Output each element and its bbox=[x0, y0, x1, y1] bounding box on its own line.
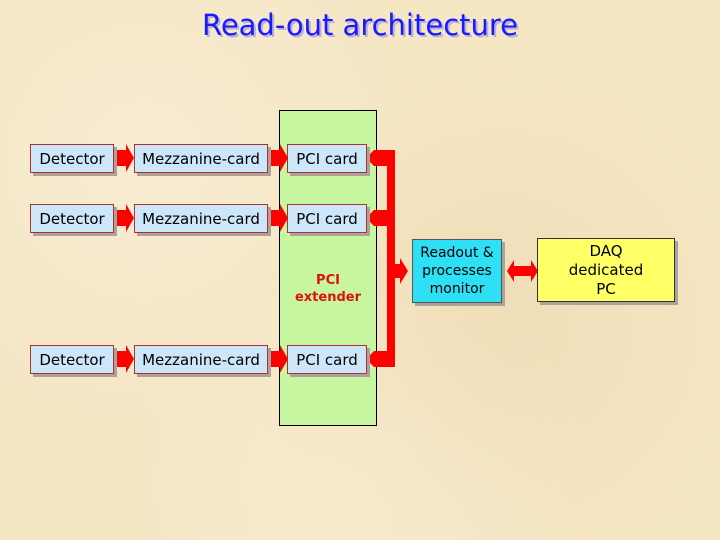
bus-vertical bbox=[387, 150, 395, 367]
arrow-bus-readout bbox=[395, 258, 408, 284]
arrow-detector-mezzanine-1 bbox=[113, 144, 134, 172]
mezzanine-card-box-2: Mezzanine-card bbox=[134, 204, 268, 233]
detector-box-1: Detector bbox=[30, 144, 114, 173]
readout-label-line: processes bbox=[422, 263, 492, 279]
readout-monitor-box: Readout & processes monitor bbox=[412, 239, 502, 303]
pci-extender-label-line: PCI bbox=[316, 273, 340, 288]
pci-extender-label: PCI extender bbox=[279, 272, 377, 306]
arrow-detector-mezzanine-2 bbox=[113, 204, 134, 232]
arrow-readout-daq bbox=[507, 260, 538, 282]
mezzanine-card-box-3: Mezzanine-card bbox=[134, 345, 268, 374]
arrow-detector-mezzanine-3 bbox=[113, 345, 134, 373]
arrow-mezzanine-pci-1 bbox=[268, 144, 288, 172]
arrow-mezzanine-pci-2 bbox=[268, 204, 288, 232]
arrow-mezzanine-pci-3 bbox=[268, 345, 288, 373]
detector-box-3: Detector bbox=[30, 345, 114, 374]
mezzanine-card-box-1: Mezzanine-card bbox=[134, 144, 268, 173]
daq-pc-box: DAQ dedicated PC bbox=[537, 238, 675, 302]
daq-label-line: dedicated bbox=[568, 260, 644, 279]
readout-label-line: monitor bbox=[429, 281, 485, 297]
pci-card-box-1: PCI card bbox=[287, 144, 367, 173]
daq-label-line: DAQ bbox=[589, 241, 623, 260]
daq-label-line: PC bbox=[596, 279, 616, 298]
pci-extender-label-line: extender bbox=[294, 290, 362, 305]
detector-box-2: Detector bbox=[30, 204, 114, 233]
pci-card-box-2: PCI card bbox=[287, 204, 367, 233]
pci-card-box-3: PCI card bbox=[287, 345, 367, 374]
readout-label-line: Readout & bbox=[420, 245, 494, 261]
